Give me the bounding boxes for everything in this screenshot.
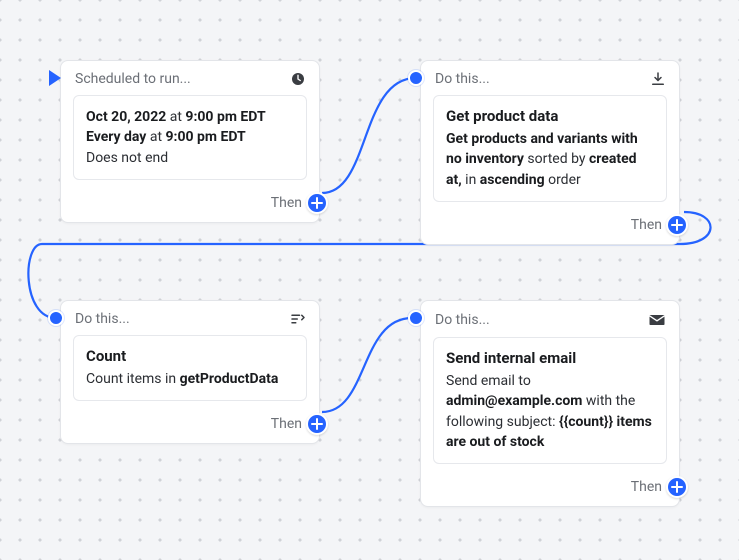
node-connector-dot (408, 310, 424, 326)
workflow-card-action[interactable]: Do this... Count Count items in getProdu… (60, 300, 320, 444)
card-body: Oct 20, 2022 at 9:00 pm EDT Every day at… (73, 95, 307, 180)
then-label: Then (271, 416, 302, 432)
add-step-button[interactable] (666, 214, 688, 236)
card-header-label: Do this... (435, 71, 641, 87)
card-header-label: Do this... (75, 311, 281, 327)
card-title: Send internal email (446, 349, 654, 367)
add-step-button[interactable] (306, 413, 328, 435)
workflow-card-trigger[interactable]: Scheduled to run... Oct 20, 2022 at 9:00… (60, 60, 320, 223)
then-label: Then (271, 195, 302, 211)
card-header-label: Scheduled to run... (75, 71, 281, 87)
card-body: Send internal email Send email to admin@… (433, 337, 667, 464)
workflow-card-action[interactable]: Do this... Send internal email Send emai… (420, 300, 680, 507)
mail-icon (647, 310, 667, 330)
filter-icon (289, 310, 307, 328)
card-body: Count Count items in getProductData (73, 335, 307, 401)
import-icon (649, 70, 667, 88)
play-icon (49, 70, 61, 86)
clock-icon (289, 70, 307, 88)
node-connector-dot (408, 70, 424, 86)
card-title: Count (86, 347, 294, 365)
then-label: Then (631, 217, 662, 233)
then-label: Then (631, 479, 662, 495)
card-header-label: Do this... (435, 312, 639, 328)
card-title: Get product data (446, 107, 654, 125)
node-connector-dot (48, 310, 64, 326)
add-step-button[interactable] (666, 476, 688, 498)
workflow-card-action[interactable]: Do this... Get product data Get products… (420, 60, 680, 245)
card-body: Get product data Get products and varian… (433, 95, 667, 202)
add-step-button[interactable] (306, 192, 328, 214)
